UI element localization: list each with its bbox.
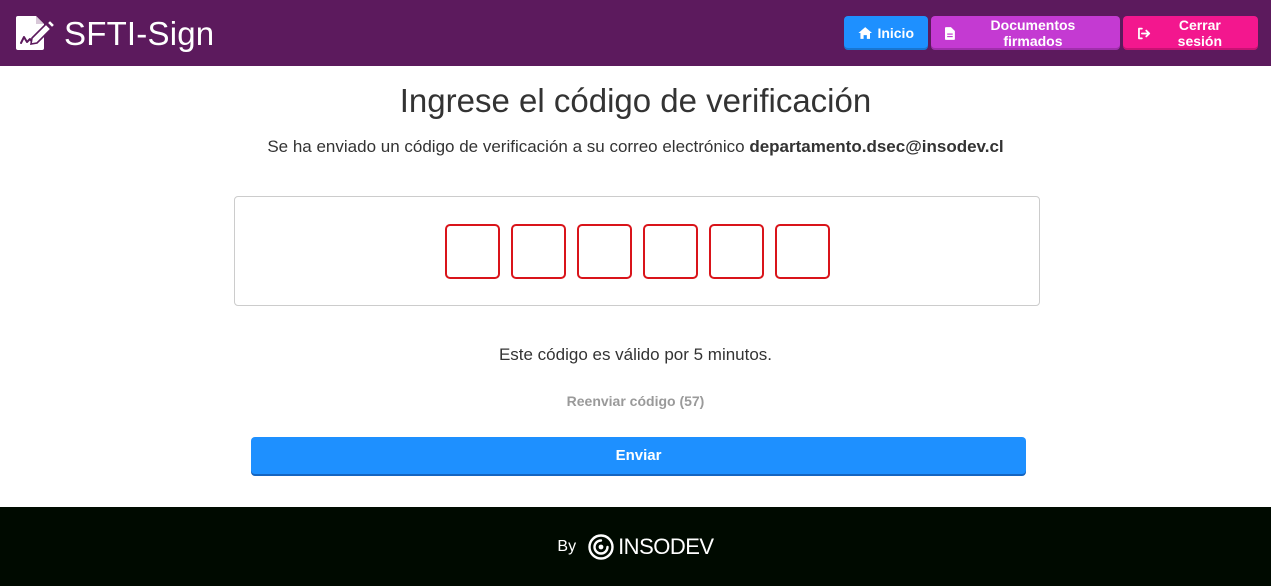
signed-documents-button[interactable]: Documentos firmados (931, 16, 1120, 50)
subtitle-text: Se ha enviado un código de verificación … (267, 137, 745, 156)
page-title: Ingrese el código de verificación (399, 82, 872, 119)
brand[interactable]: SFTI-Sign (14, 14, 214, 52)
home-button-label: Inicio (877, 25, 914, 41)
top-navbar: SFTI-Sign Inicio Documentos firmados Cer… (0, 0, 1271, 66)
resend-container: Reenviar código (57) (0, 393, 1271, 409)
footer-brand-name: INSODEV (618, 533, 714, 559)
verification-subtitle: Se ha enviado un código de verificación … (0, 137, 1271, 157)
code-digit-input-4[interactable] (642, 223, 698, 279)
file-icon (945, 26, 955, 40)
logout-icon (1138, 27, 1151, 39)
brand-name: SFTI-Sign (64, 14, 215, 52)
footer-by-label: By (557, 537, 577, 555)
code-digit-input-3[interactable] (576, 223, 632, 279)
code-digit-input-5[interactable] (708, 223, 764, 279)
logout-button[interactable]: Cerrar sesión (1123, 16, 1258, 50)
footer-logo: INSODEV (588, 534, 714, 560)
footer: By INSODEV (0, 507, 1271, 586)
home-icon (858, 27, 872, 39)
code-digit-input-2[interactable] (510, 223, 566, 279)
code-input-card (234, 196, 1040, 306)
document-signature-icon (16, 16, 54, 50)
code-digit-input-6[interactable] (774, 223, 830, 279)
code-validity-text: Este código es válido por 5 minutos. (498, 345, 773, 364)
nav-buttons: Inicio Documentos firmados Cerrar sesión (844, 16, 1258, 50)
code-digit-input-1[interactable] (444, 223, 500, 279)
insodev-logo-icon (588, 533, 614, 560)
signed-documents-button-label: Documentos firmados (990, 17, 1076, 49)
home-button[interactable]: Inicio (844, 16, 928, 50)
recipient-email: departamento.dsec@insodev.cl (749, 137, 1004, 156)
logout-button-label: Cerrar sesión (1177, 17, 1223, 49)
resend-code-link[interactable]: Reenviar código (57) (567, 393, 705, 409)
submit-button[interactable]: Enviar (251, 437, 1026, 474)
